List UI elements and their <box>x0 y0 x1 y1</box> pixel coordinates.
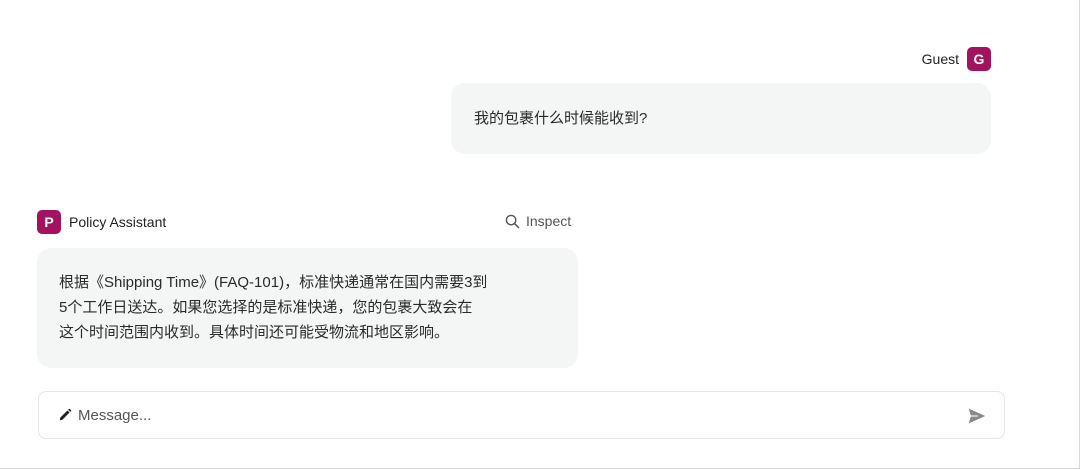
assistant-message-line: 这个时间范围内收到。具体时间还可能受物流和地区影响。 <box>59 324 450 341</box>
user-name: Guest <box>921 51 959 67</box>
message-input[interactable] <box>78 406 938 424</box>
send-icon <box>968 408 986 424</box>
user-message-bubble: 我的包裹什么时候能收到? <box>451 83 991 154</box>
chat-page: Guest G 我的包裹什么时候能收到? P Policy Assistant … <box>0 0 1080 469</box>
search-icon <box>505 214 520 229</box>
assistant-avatar: P <box>37 210 61 234</box>
assistant-message-line: 根据《Shipping Time》(FAQ-101)，标准快递通常在国内需要3到 <box>59 274 488 291</box>
pencil-icon <box>58 408 72 422</box>
user-message-text: 我的包裹什么时候能收到? <box>474 110 648 127</box>
assistant-message-bubble: 根据《Shipping Time》(FAQ-101)，标准快递通常在国内需要3到… <box>37 248 578 368</box>
send-button[interactable] <box>966 405 988 427</box>
assistant-name: Policy Assistant <box>69 214 167 230</box>
inspect-label: Inspect <box>526 213 572 229</box>
assistant-message-header: P Policy Assistant <box>37 210 166 234</box>
assistant-message-line: 5个工作日送达。如果您选择的是标准快递，您的包裹大致会在 <box>59 299 473 316</box>
user-avatar: G <box>967 47 991 71</box>
message-composer <box>38 391 1005 439</box>
inspect-button[interactable]: Inspect <box>505 213 571 229</box>
user-message-header: Guest G <box>922 47 991 71</box>
